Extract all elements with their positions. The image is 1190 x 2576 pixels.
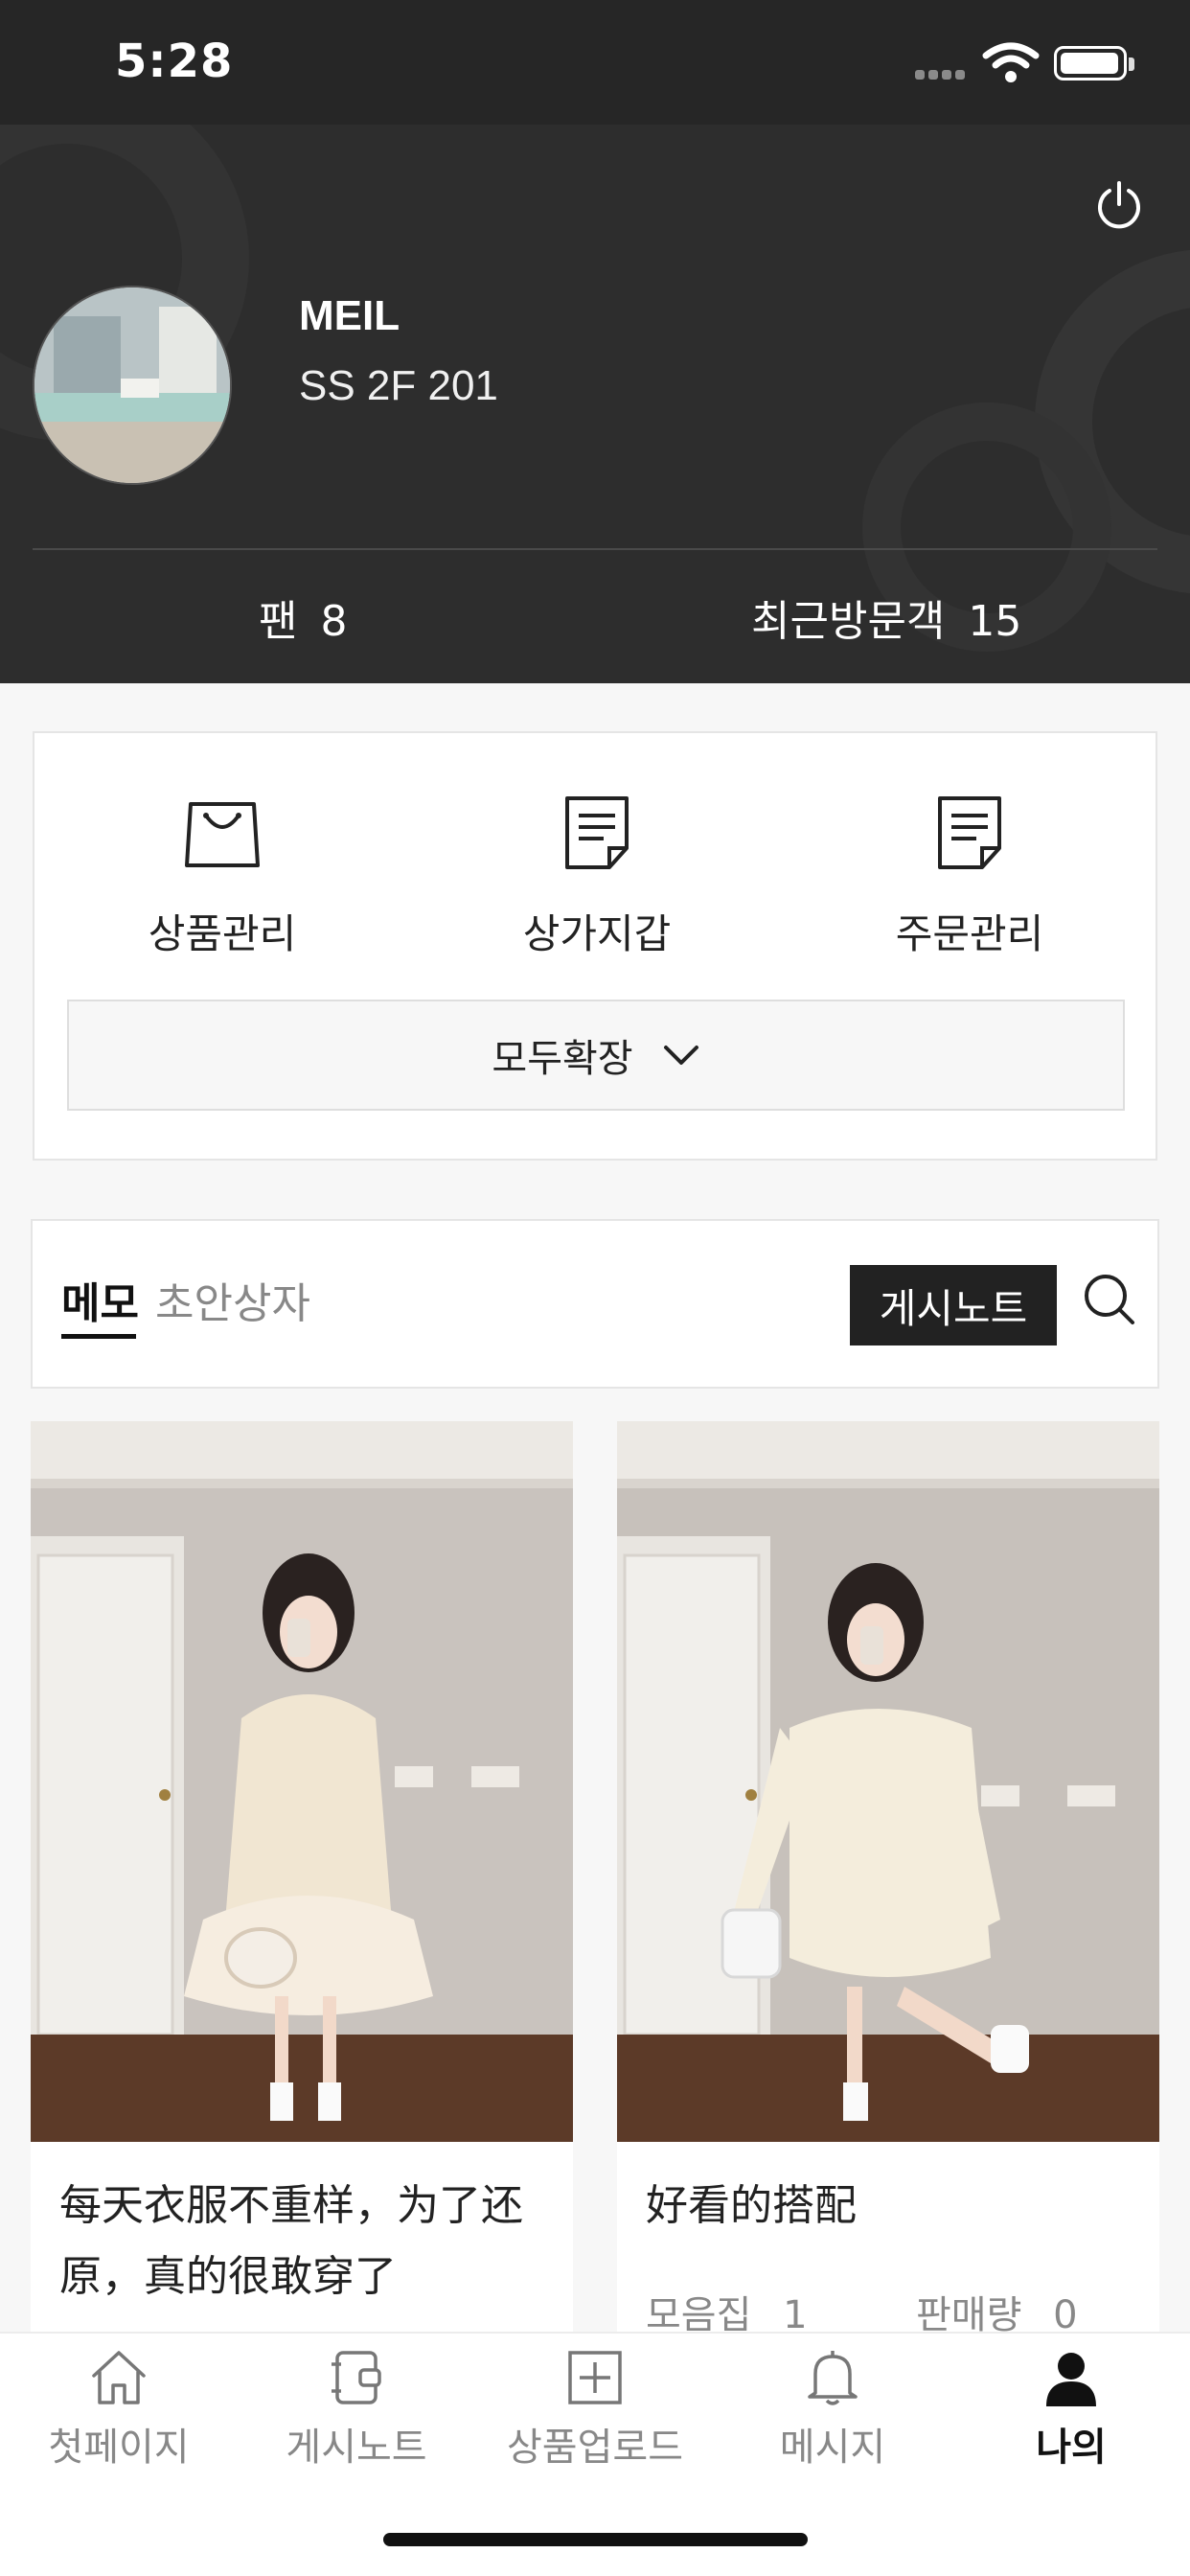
post-image xyxy=(617,1421,1159,2142)
avatar[interactable] xyxy=(33,286,232,485)
collection-label: 모음집 xyxy=(646,2293,752,2332)
status-bar: 5:28 xyxy=(0,0,1190,125)
bell-icon xyxy=(808,2351,858,2405)
menu-item-store-wallet[interactable]: 상가지갑 xyxy=(453,791,741,960)
shopping-bag-icon xyxy=(185,802,260,867)
nav-item-post-note[interactable]: 게시노트 xyxy=(251,2347,462,2472)
nav-label: 상품업로드 xyxy=(507,2426,683,2470)
expand-all-button[interactable]: 모두확장 xyxy=(67,1000,1125,1111)
person-icon xyxy=(1046,2353,1096,2406)
home-icon xyxy=(92,2351,146,2404)
menu-item-label: 상가지갑 xyxy=(522,910,672,957)
expand-all-label: 모두확장 xyxy=(492,1037,633,1081)
nav-item-home[interactable]: 첫페이지 xyxy=(13,2347,224,2472)
fans-stat[interactable]: 팬8 xyxy=(259,586,347,648)
profile-header: 5:28 MEIL SS 2F 201 팬8 최근방문객 15 xyxy=(0,0,1190,683)
post-note-button[interactable]: 게시노트 xyxy=(850,1265,1057,1346)
cellular-signal-icon xyxy=(915,65,973,80)
fans-count: 8 xyxy=(320,597,348,646)
document-icon xyxy=(938,796,1001,869)
notebook-icon xyxy=(332,2351,381,2404)
post-title-line: 每天衣服不重样，为了还 xyxy=(59,2181,523,2230)
active-tab-indicator xyxy=(61,1334,136,1339)
post-image xyxy=(31,1421,573,2142)
menu-item-order-management[interactable]: 주문관리 xyxy=(826,791,1113,960)
nav-label: 메시지 xyxy=(779,2426,886,2470)
nav-item-my[interactable]: 나의 xyxy=(966,2347,1177,2472)
power-icon[interactable] xyxy=(1092,177,1146,231)
visitors-stat[interactable]: 최근방문객 15 xyxy=(751,586,1021,648)
nav-label: 나의 xyxy=(1036,2426,1107,2470)
post-card[interactable]: 好看的搭配 모음집 1 판매량 0 xyxy=(617,1421,1159,2332)
tab-memo[interactable]: 메모 xyxy=(61,1269,139,1330)
menu-item-product-management[interactable]: 상품관리 xyxy=(79,791,366,960)
store-name: MEIL xyxy=(299,292,400,339)
notes-tab-bar: 메모 초안상자 게시노트 xyxy=(31,1219,1159,1389)
nav-item-product-upload[interactable]: 상품업로드 xyxy=(490,2347,700,2472)
divider xyxy=(33,548,1157,550)
visitors-count: 15 xyxy=(968,597,1022,646)
nav-label: 첫페이지 xyxy=(48,2426,190,2470)
battery-tip xyxy=(1129,58,1134,71)
home-indicator xyxy=(383,2533,808,2546)
battery-icon xyxy=(1054,46,1127,80)
sales-label: 판매량 xyxy=(916,2293,1022,2332)
plus-square-icon xyxy=(568,2351,622,2404)
document-icon xyxy=(565,796,629,869)
post-title: 好看的搭配 xyxy=(646,2181,857,2230)
status-time: 5:28 xyxy=(115,34,234,88)
nav-item-messages[interactable]: 메시지 xyxy=(727,2347,938,2472)
collection-count: 1 xyxy=(783,2293,808,2332)
menu-item-label: 상품관리 xyxy=(148,910,297,957)
search-icon[interactable] xyxy=(1081,1271,1138,1328)
post-title: 每天衣服不重样，为了还 原，真的很敢穿了 xyxy=(59,2171,523,2312)
post-card[interactable]: 每天衣服不重样，为了还 原，真的很敢穿了 xyxy=(31,1421,573,2332)
fans-label: 팬 xyxy=(259,597,298,646)
wifi-icon xyxy=(982,42,1040,82)
post-collection-count: 모음집 1 xyxy=(646,2284,808,2332)
nav-label: 게시노트 xyxy=(286,2426,427,2470)
post-title-line: 原，真的很敢穿了 xyxy=(59,2252,397,2301)
visitors-label: 최근방문객 xyxy=(751,597,946,646)
store-address: SS 2F 201 xyxy=(299,362,498,409)
sales-count: 0 xyxy=(1053,2293,1078,2332)
menu-item-label: 주문관리 xyxy=(895,910,1044,957)
tab-draft-box[interactable]: 초안상자 xyxy=(155,1269,310,1330)
management-menu: 상품관리 상가지갑 주문관리 모두확장 xyxy=(33,731,1157,1161)
chevron-down-icon xyxy=(663,1046,698,1065)
post-sales-count: 판매량 0 xyxy=(916,2284,1078,2332)
